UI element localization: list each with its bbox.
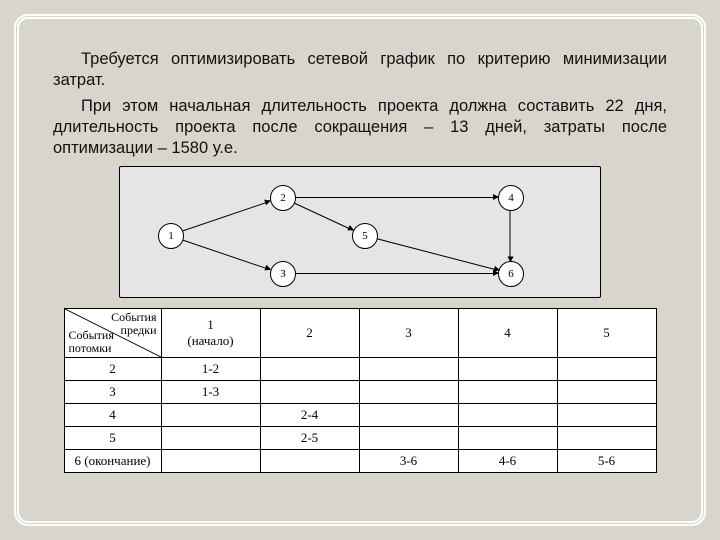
network-graph: 1 2 3 4 5 6 <box>119 166 601 298</box>
table-row: 5 2-5 <box>64 427 656 450</box>
diag-bot-label: Событияпотомки <box>69 329 114 355</box>
cell-6-1 <box>161 450 260 473</box>
cell-6-2 <box>260 450 359 473</box>
cell-4-2: 2-4 <box>260 404 359 427</box>
cell-2-1: 1-2 <box>161 358 260 381</box>
cell-3-3 <box>359 381 458 404</box>
row-header-2: 2 <box>64 358 161 381</box>
paragraph-2: При этом начальная длительность проекта … <box>53 96 667 158</box>
paragraph-2-text: При этом начальная длительность проекта … <box>53 97 667 156</box>
node-4: 4 <box>498 185 524 211</box>
node-1: 1 <box>158 223 184 249</box>
cell-5-1 <box>161 427 260 450</box>
cell-4-1 <box>161 404 260 427</box>
table-row: 31-3 <box>64 381 656 404</box>
row-header-3: 3 <box>64 381 161 404</box>
slide-outer-frame: Требуется оптимизировать сетевой график … <box>0 0 720 540</box>
col-header-3: 3 <box>359 309 458 358</box>
paragraph-1-text: Требуется оптимизировать сетевой график … <box>53 50 667 89</box>
node-6: 6 <box>498 261 524 287</box>
cell-4-4 <box>458 404 557 427</box>
diag-header: СобытияпредкиСобытияпотомки <box>64 309 161 358</box>
cell-2-5 <box>557 358 656 381</box>
node-3: 3 <box>270 261 296 287</box>
cell-6-5: 5-6 <box>557 450 656 473</box>
edge-n5-n6 <box>375 238 498 271</box>
cell-4-3 <box>359 404 458 427</box>
cell-2-4 <box>458 358 557 381</box>
edge-n4-n6 <box>510 210 511 262</box>
edge-n2-n5 <box>293 202 354 231</box>
cell-5-5 <box>557 427 656 450</box>
cell-5-3 <box>359 427 458 450</box>
edge-n1-n2 <box>181 201 271 232</box>
cell-4-5 <box>557 404 656 427</box>
node-2: 2 <box>270 185 296 211</box>
node-5: 5 <box>352 223 378 249</box>
cell-6-4: 4-6 <box>458 450 557 473</box>
cell-3-5 <box>557 381 656 404</box>
col-header-2: 2 <box>260 309 359 358</box>
edge-n3-n6 <box>294 273 498 274</box>
row-header-4: 4 <box>64 404 161 427</box>
row-header-5: 5 <box>64 427 161 450</box>
cell-5-4 <box>458 427 557 450</box>
predecessor-table: СобытияпредкиСобытияпотомки1(начало)2345… <box>64 308 657 473</box>
table-row: 21-2 <box>64 358 656 381</box>
col-header-5: 5 <box>557 309 656 358</box>
row-header-6: 6 (окончание) <box>64 450 161 473</box>
cell-3-4 <box>458 381 557 404</box>
cell-3-2 <box>260 381 359 404</box>
cell-2-3 <box>359 358 458 381</box>
cell-6-3: 3-6 <box>359 450 458 473</box>
paragraph-1: Требуется оптимизировать сетевой график … <box>53 49 667 90</box>
diag-top-label: Событияпредки <box>111 311 156 337</box>
cell-3-1: 1-3 <box>161 381 260 404</box>
edge-n1-n3 <box>181 239 271 270</box>
slide-inner-frame: Требуется оптимизировать сетевой график … <box>14 14 706 526</box>
col-header-4: 4 <box>458 309 557 358</box>
table-row: 4 2-4 <box>64 404 656 427</box>
edge-n2-n4 <box>294 197 498 198</box>
col-header-1: 1(начало) <box>161 309 260 358</box>
cell-5-2: 2-5 <box>260 427 359 450</box>
cell-2-2 <box>260 358 359 381</box>
table-row: 6 (окончание) 3-64-65-6 <box>64 450 656 473</box>
